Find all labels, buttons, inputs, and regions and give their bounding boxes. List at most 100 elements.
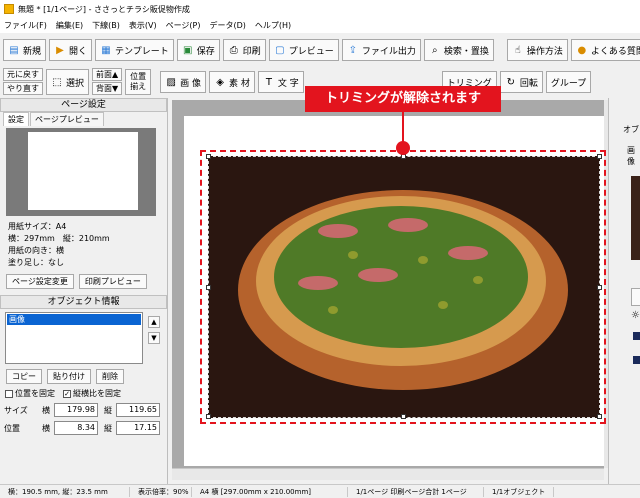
material-label: 素 材: [229, 78, 250, 89]
howto-button[interactable]: ☝ 操作方法: [506, 39, 568, 61]
object-list-item-selected[interactable]: 画像: [7, 314, 141, 325]
right-panel-button[interactable]: [631, 288, 640, 306]
position-y-input[interactable]: 17.15: [116, 421, 160, 435]
align-label-1: 位置: [130, 72, 147, 81]
trimming-released-callout: トリミングが解除されます: [305, 86, 501, 112]
status-objects: 1/1オブジェクト: [484, 486, 555, 497]
select-button[interactable]: ⬚ 選択: [46, 69, 90, 95]
tab-page-preview[interactable]: ページプレビュー: [30, 112, 104, 126]
open-button[interactable]: ▶ 開く: [49, 39, 93, 61]
object-info-header: オブジェクト情報: [0, 295, 167, 309]
page-settings-header: ページ設定: [0, 98, 167, 112]
align-button[interactable]: 位置 揃え: [125, 69, 152, 95]
main-toolbar: ▤ 新規 ▶ 開く ▦ テンプレート ▣ 保存 ⎙ 印刷 ▢ プレビュー ⇪ ファイル出力 ⌕…: [0, 36, 640, 64]
app-icon: [4, 4, 14, 14]
menu-data[interactable]: データ(D): [210, 20, 246, 31]
move-down-button[interactable]: ▼: [148, 332, 160, 344]
search-replace-button[interactable]: ⌕ 検索・置換: [423, 39, 494, 61]
lock-position-label: 位置を固定: [15, 389, 55, 398]
menu-underline[interactable]: 下線(B): [92, 20, 120, 31]
menu-help[interactable]: ヘルプ(H): [255, 20, 291, 31]
status-bar: 横：190.5 mm, 縦：23.5 mm 表示倍率：90% A4 横 [297…: [0, 484, 640, 498]
menu-bar: ファイル(F) 編集(E) 下線(B) 表示(V) ページ(P) データ(D) …: [0, 18, 640, 33]
text-button[interactable]: T文 字: [257, 71, 304, 93]
hand-icon: ☝: [514, 44, 521, 56]
preview-label: プレビュー: [288, 46, 334, 57]
position-x-input[interactable]: 8.34: [54, 421, 98, 435]
status-coordinates: 横：190.5 mm, 縦：23.5 mm: [0, 486, 130, 497]
file-output-icon: ⇪: [348, 44, 357, 56]
lock-ratio-label: 縦横比を固定: [73, 389, 121, 398]
preview-icon: ▢: [275, 44, 285, 56]
menu-page[interactable]: ページ(P): [166, 20, 201, 31]
status-zoom: 表示倍率：90%: [130, 486, 192, 497]
preview-button[interactable]: ▢ プレビュー: [268, 39, 339, 61]
printer-icon: ⎙: [229, 44, 238, 56]
paste-button[interactable]: 貼り付け: [47, 369, 91, 384]
print-preview-button[interactable]: 印刷プレビュー: [78, 274, 147, 289]
paper-dims-text: 横：297mm 縦：210mm: [8, 234, 110, 243]
faq-label: よくある質問: [590, 46, 640, 57]
send-back-button[interactable]: 背面▼: [92, 82, 123, 95]
menu-file[interactable]: ファイル(F): [4, 20, 47, 31]
right-panel-thumb: [631, 176, 640, 260]
image-label: 画 像: [180, 78, 202, 89]
menu-view[interactable]: 表示(V): [129, 20, 157, 31]
size-w-label: 横: [42, 405, 50, 415]
text-label: 文 字: [277, 78, 299, 89]
pos-y-label: 縦: [104, 423, 112, 433]
open-folder-icon: ▶: [56, 44, 64, 56]
template-icon: ▦: [101, 44, 111, 56]
page-settings-change-button[interactable]: ページ設定変更: [6, 274, 74, 289]
size-height-input[interactable]: 119.65: [116, 403, 160, 417]
lock-position-checkbox[interactable]: [5, 389, 13, 398]
image-button[interactable]: ▨ 画 像: [160, 71, 207, 93]
material-button[interactable]: ◈ 素 材: [209, 71, 255, 93]
order-group: 前面▲ 背面▼: [92, 68, 123, 96]
bleed-text: 塗り足し：なし: [8, 258, 64, 267]
right-panel-swatch[interactable]: [633, 332, 640, 340]
size-label: サイズ: [4, 405, 28, 415]
right-panel-swatch[interactable]: [633, 356, 640, 364]
bring-front-button[interactable]: 前面▲: [92, 68, 123, 81]
copy-button[interactable]: コピー: [6, 369, 42, 384]
new-file-icon: ▤: [9, 44, 19, 56]
right-panel-settings-icon[interactable]: ☼: [631, 310, 640, 321]
page-settings-buttons: ページ設定変更 印刷プレビュー: [0, 272, 167, 291]
undo-button[interactable]: 元に戻す: [3, 68, 43, 81]
object-listbox[interactable]: 画像: [5, 312, 143, 364]
position-label: 位置: [4, 423, 20, 433]
right-panel-label: オブ: [623, 125, 639, 134]
redo-button[interactable]: やり直す: [3, 82, 43, 95]
print-button[interactable]: ⎙ 印刷: [222, 39, 266, 61]
tab-settings[interactable]: 設定: [3, 112, 29, 126]
group-label: グループ: [550, 78, 587, 89]
howto-label: 操作方法: [526, 46, 563, 57]
menu-edit[interactable]: 編集(E): [56, 20, 83, 31]
select-label: 選択: [66, 78, 85, 89]
group-button[interactable]: グループ: [545, 71, 592, 93]
open-label: 開く: [69, 46, 88, 57]
save-button[interactable]: ▣ 保存: [176, 39, 220, 61]
orientation-text: 用紙の向き：横: [8, 246, 64, 255]
status-paper: A4 横 [297.00mm x 210.00mm]: [192, 486, 348, 497]
template-label: テンプレート: [115, 46, 169, 57]
position-fields: 位置 横 8.34 縦 17.15: [0, 419, 167, 437]
select-cursor-icon: ⬚: [52, 76, 62, 88]
template-button[interactable]: ▦ テンプレート: [95, 39, 174, 61]
faq-button[interactable]: ● よくある質問: [570, 39, 640, 61]
material-icon: ◈: [216, 76, 224, 88]
right-panel: オブ 画像 ☼: [608, 98, 640, 486]
new-label: 新規: [23, 46, 42, 57]
align-label-2: 揃え: [130, 82, 147, 91]
new-button[interactable]: ▤ 新規: [3, 39, 47, 61]
move-up-button[interactable]: ▲: [148, 316, 160, 328]
file-output-button[interactable]: ⇪ ファイル出力: [341, 39, 421, 61]
save-icon: ▣: [183, 44, 193, 56]
canvas-horizontal-scrollbar[interactable]: [172, 468, 604, 480]
delete-button[interactable]: 削除: [96, 369, 124, 384]
rotate-button[interactable]: ↻ 回転: [499, 71, 543, 93]
lock-ratio-checkbox[interactable]: ✓: [63, 389, 71, 398]
image-icon: ▨: [166, 76, 176, 88]
size-width-input[interactable]: 179.98: [54, 403, 98, 417]
